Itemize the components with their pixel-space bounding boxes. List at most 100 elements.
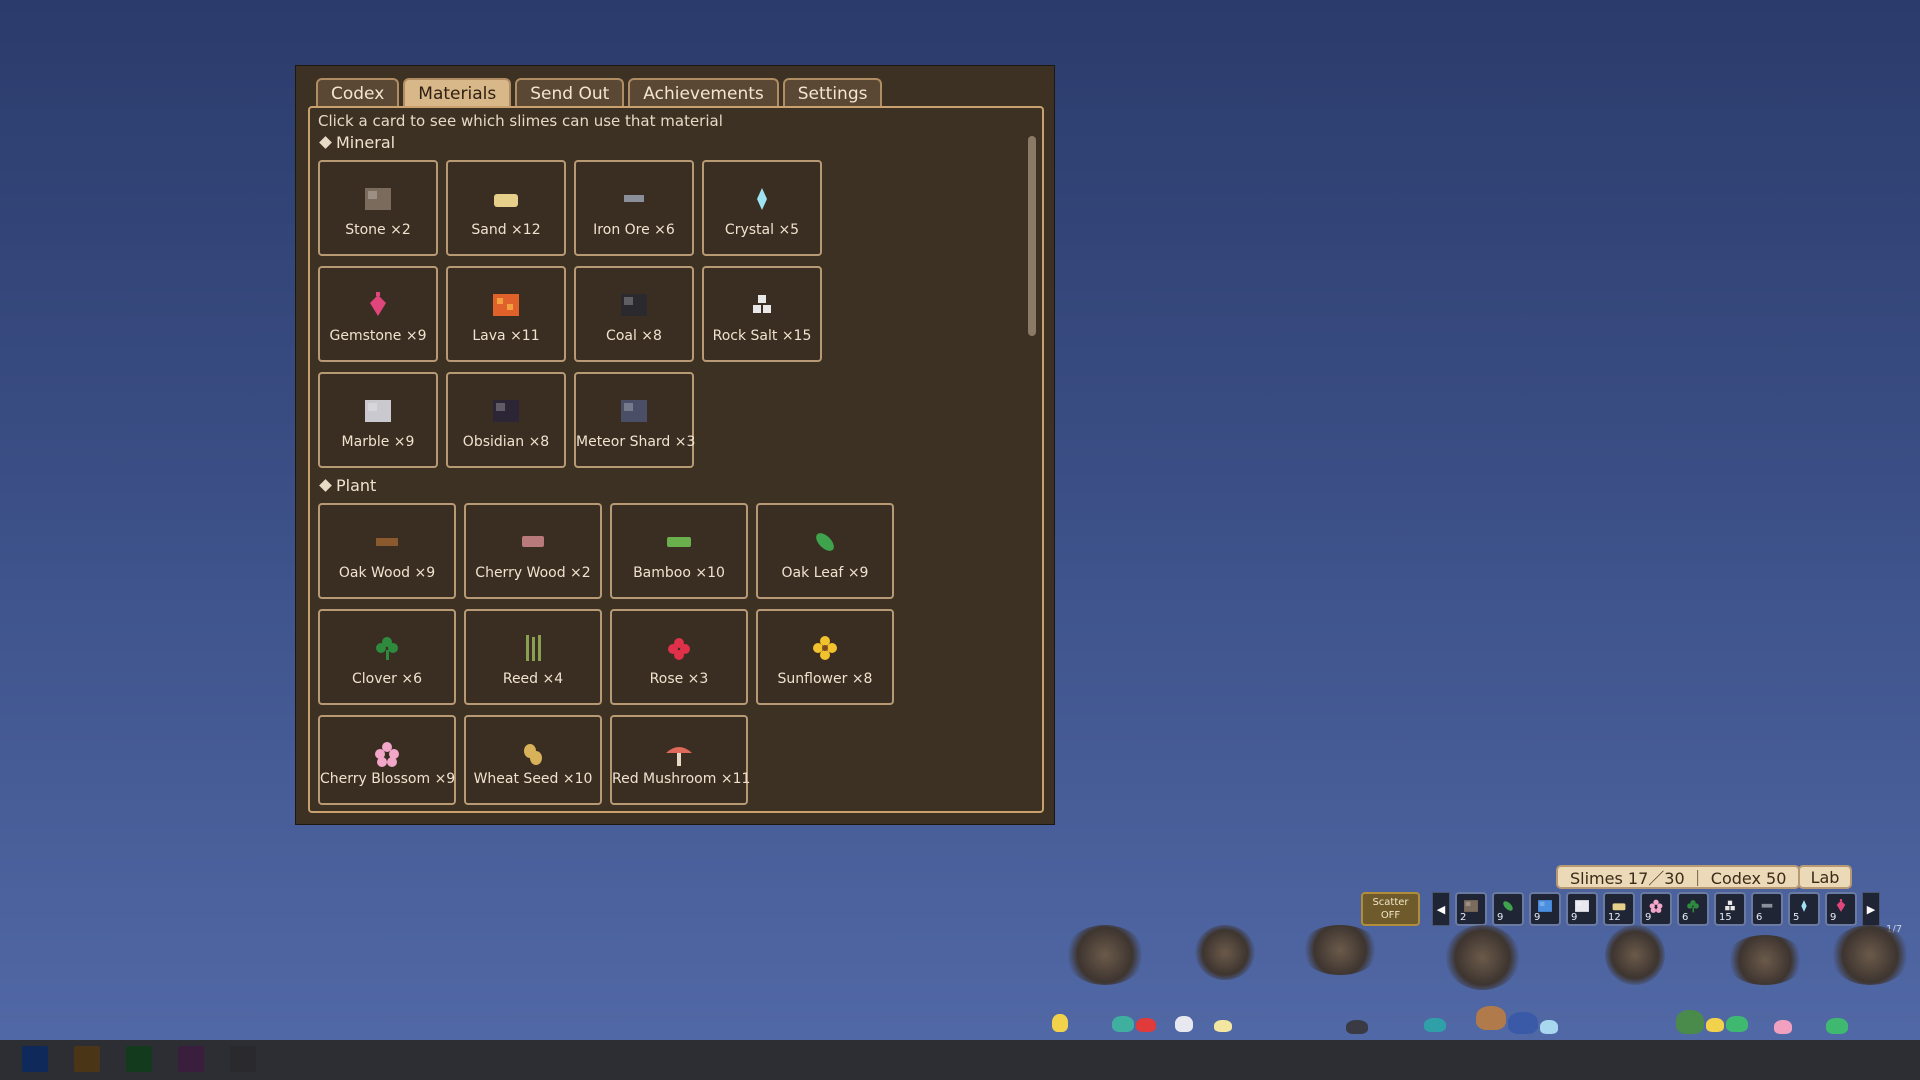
slime-green[interactable] — [1826, 1018, 1848, 1034]
diamond-icon — [319, 479, 332, 492]
materials-panel: Codex Materials Send Out Achievements Se… — [295, 65, 1055, 825]
material-label: Crystal ×5 — [724, 222, 800, 238]
material-card[interactable]: Bamboo ×10 — [610, 503, 748, 599]
slime-teal[interactable] — [1424, 1018, 1446, 1032]
meteor-shard-icon — [619, 398, 649, 424]
material-label: Rose ×3 — [649, 671, 709, 687]
hotbar-count: 2 — [1460, 912, 1467, 923]
gemstone-icon — [363, 292, 393, 318]
material-card[interactable]: Clover ×6 — [318, 609, 456, 705]
hotbar-slot[interactable]: 2 — [1455, 892, 1487, 926]
hotbar-slot[interactable]: 9 — [1492, 892, 1524, 926]
slime-blue[interactable] — [1508, 1012, 1538, 1034]
stats-bar: Slimes 17／30 ｜ Codex 50 — [1556, 865, 1801, 889]
hotbar-slot[interactable]: 6 — [1677, 892, 1709, 926]
material-label: Oak Wood ×9 — [338, 565, 436, 581]
slime-yellow[interactable] — [1052, 1014, 1068, 1032]
tab-materials[interactable]: Materials — [403, 78, 512, 106]
section-mineral-header: Mineral — [318, 133, 395, 152]
material-card[interactable]: Wheat Seed ×10 — [464, 715, 602, 805]
slime-dark[interactable] — [1346, 1020, 1368, 1034]
clover-icon — [1685, 898, 1701, 913]
scatter-toggle[interactable]: Scatter OFF — [1361, 892, 1420, 926]
section-title: Mineral — [336, 133, 396, 152]
taskbar-app-icon[interactable] — [22, 1046, 48, 1072]
material-card[interactable]: Reed ×4 — [464, 609, 602, 705]
material-card[interactable]: Oak Leaf ×9 — [756, 503, 894, 599]
slime-green[interactable] — [1676, 1010, 1704, 1034]
sand-icon — [491, 186, 521, 212]
hotbar-slot[interactable]: 5 — [1788, 892, 1820, 926]
slime-white[interactable] — [1175, 1016, 1193, 1032]
slime-pink[interactable] — [1774, 1020, 1792, 1034]
material-label: Meteor Shard ×3 — [576, 434, 696, 450]
hotbar-slot[interactable]: 6 — [1751, 892, 1783, 926]
coal-icon — [619, 292, 649, 318]
hotbar-count: 6 — [1756, 912, 1763, 923]
material-card[interactable]: Marble ×9 — [318, 372, 438, 468]
lab-button[interactable]: Lab — [1798, 865, 1852, 889]
cherry-wood-icon — [518, 529, 548, 555]
material-label: Stone ×2 — [345, 222, 411, 238]
tab-achievements[interactable]: Achievements — [628, 78, 779, 106]
slime-lightblue[interactable] — [1540, 1020, 1558, 1034]
oak-leaf-icon — [1500, 898, 1516, 912]
slime-brown[interactable] — [1476, 1006, 1506, 1030]
hotbar-slot[interactable]: 9 — [1529, 892, 1561, 926]
material-card[interactable]: Gemstone ×9 — [318, 266, 438, 362]
scrollbar[interactable] — [1028, 136, 1036, 803]
material-label: Cherry Wood ×2 — [475, 565, 591, 581]
material-card[interactable]: Rose ×3 — [610, 609, 748, 705]
slime-yellow[interactable] — [1706, 1018, 1724, 1032]
materials-content[interactable]: Click a card to see which slimes can use… — [308, 106, 1044, 813]
material-card[interactable]: Crystal ×5 — [702, 160, 822, 256]
hotbar-next-arrow[interactable]: ▶ — [1862, 892, 1880, 926]
material-card[interactable]: Iron Ore ×6 — [574, 160, 694, 256]
slime-red[interactable] — [1136, 1018, 1156, 1032]
hotbar-prev-arrow[interactable]: ◀ — [1432, 892, 1450, 926]
material-card[interactable]: Cherry Blossom ×9 — [318, 715, 456, 805]
material-label: Red Mushroom ×11 — [612, 771, 751, 787]
red-mushroom-icon — [664, 741, 694, 767]
tab-settings[interactable]: Settings — [782, 78, 883, 106]
hotbar-count: 5 — [1793, 912, 1800, 923]
material-card[interactable]: Rock Salt ×15 — [702, 266, 822, 362]
tab-codex[interactable]: Codex — [316, 78, 400, 106]
tab-send-out[interactable]: Send Out — [515, 78, 625, 106]
material-card[interactable]: Coal ×8 — [574, 266, 694, 362]
taskbar-app-icon[interactable] — [126, 1046, 152, 1072]
material-card[interactable]: Meteor Shard ×3 — [574, 372, 696, 468]
rock-salt-icon — [1722, 898, 1738, 912]
hotbar-slot[interactable]: 9 — [1566, 892, 1598, 926]
scrollbar-thumb[interactable] — [1028, 136, 1036, 336]
hotbar-slot[interactable]: 15 — [1714, 892, 1746, 926]
hotbar-slot[interactable]: 9 — [1825, 892, 1857, 926]
bamboo-icon — [664, 529, 694, 555]
material-card[interactable]: Oak Wood ×9 — [318, 503, 456, 599]
material-card[interactable]: Obsidian ×8 — [446, 372, 566, 468]
hotbar-count: 12 — [1608, 912, 1621, 923]
slime-teal[interactable] — [1112, 1016, 1134, 1032]
material-card[interactable]: Lava ×11 — [446, 266, 566, 362]
tab-bar: Codex Materials Send Out Achievements Se… — [316, 78, 883, 106]
slime-hideout-decor — [1830, 925, 1910, 985]
material-label: Wheat Seed ×10 — [473, 771, 593, 787]
taskbar-app-icon[interactable] — [178, 1046, 204, 1072]
hotbar-slot[interactable]: 12 — [1603, 892, 1635, 926]
reed-icon — [518, 635, 548, 661]
material-card[interactable]: Cherry Wood ×2 — [464, 503, 602, 599]
hotbar-slot[interactable]: 9 — [1640, 892, 1672, 926]
marble-icon — [363, 398, 393, 424]
material-card[interactable]: Sand ×12 — [446, 160, 566, 256]
material-card[interactable]: Stone ×2 — [318, 160, 438, 256]
slime-green[interactable] — [1726, 1016, 1748, 1032]
taskbar-app-icon[interactable] — [74, 1046, 100, 1072]
oak-wood-icon — [372, 529, 402, 555]
taskbar-app-icon[interactable] — [230, 1046, 256, 1072]
material-label: Cherry Blossom ×9 — [320, 771, 456, 787]
slime-cream[interactable] — [1214, 1020, 1232, 1032]
material-card[interactable]: Red Mushroom ×11 — [610, 715, 751, 805]
diamond-icon — [319, 136, 332, 149]
material-card[interactable]: Sunflower ×8 — [756, 609, 894, 705]
material-label: Oak Leaf ×9 — [781, 565, 869, 581]
